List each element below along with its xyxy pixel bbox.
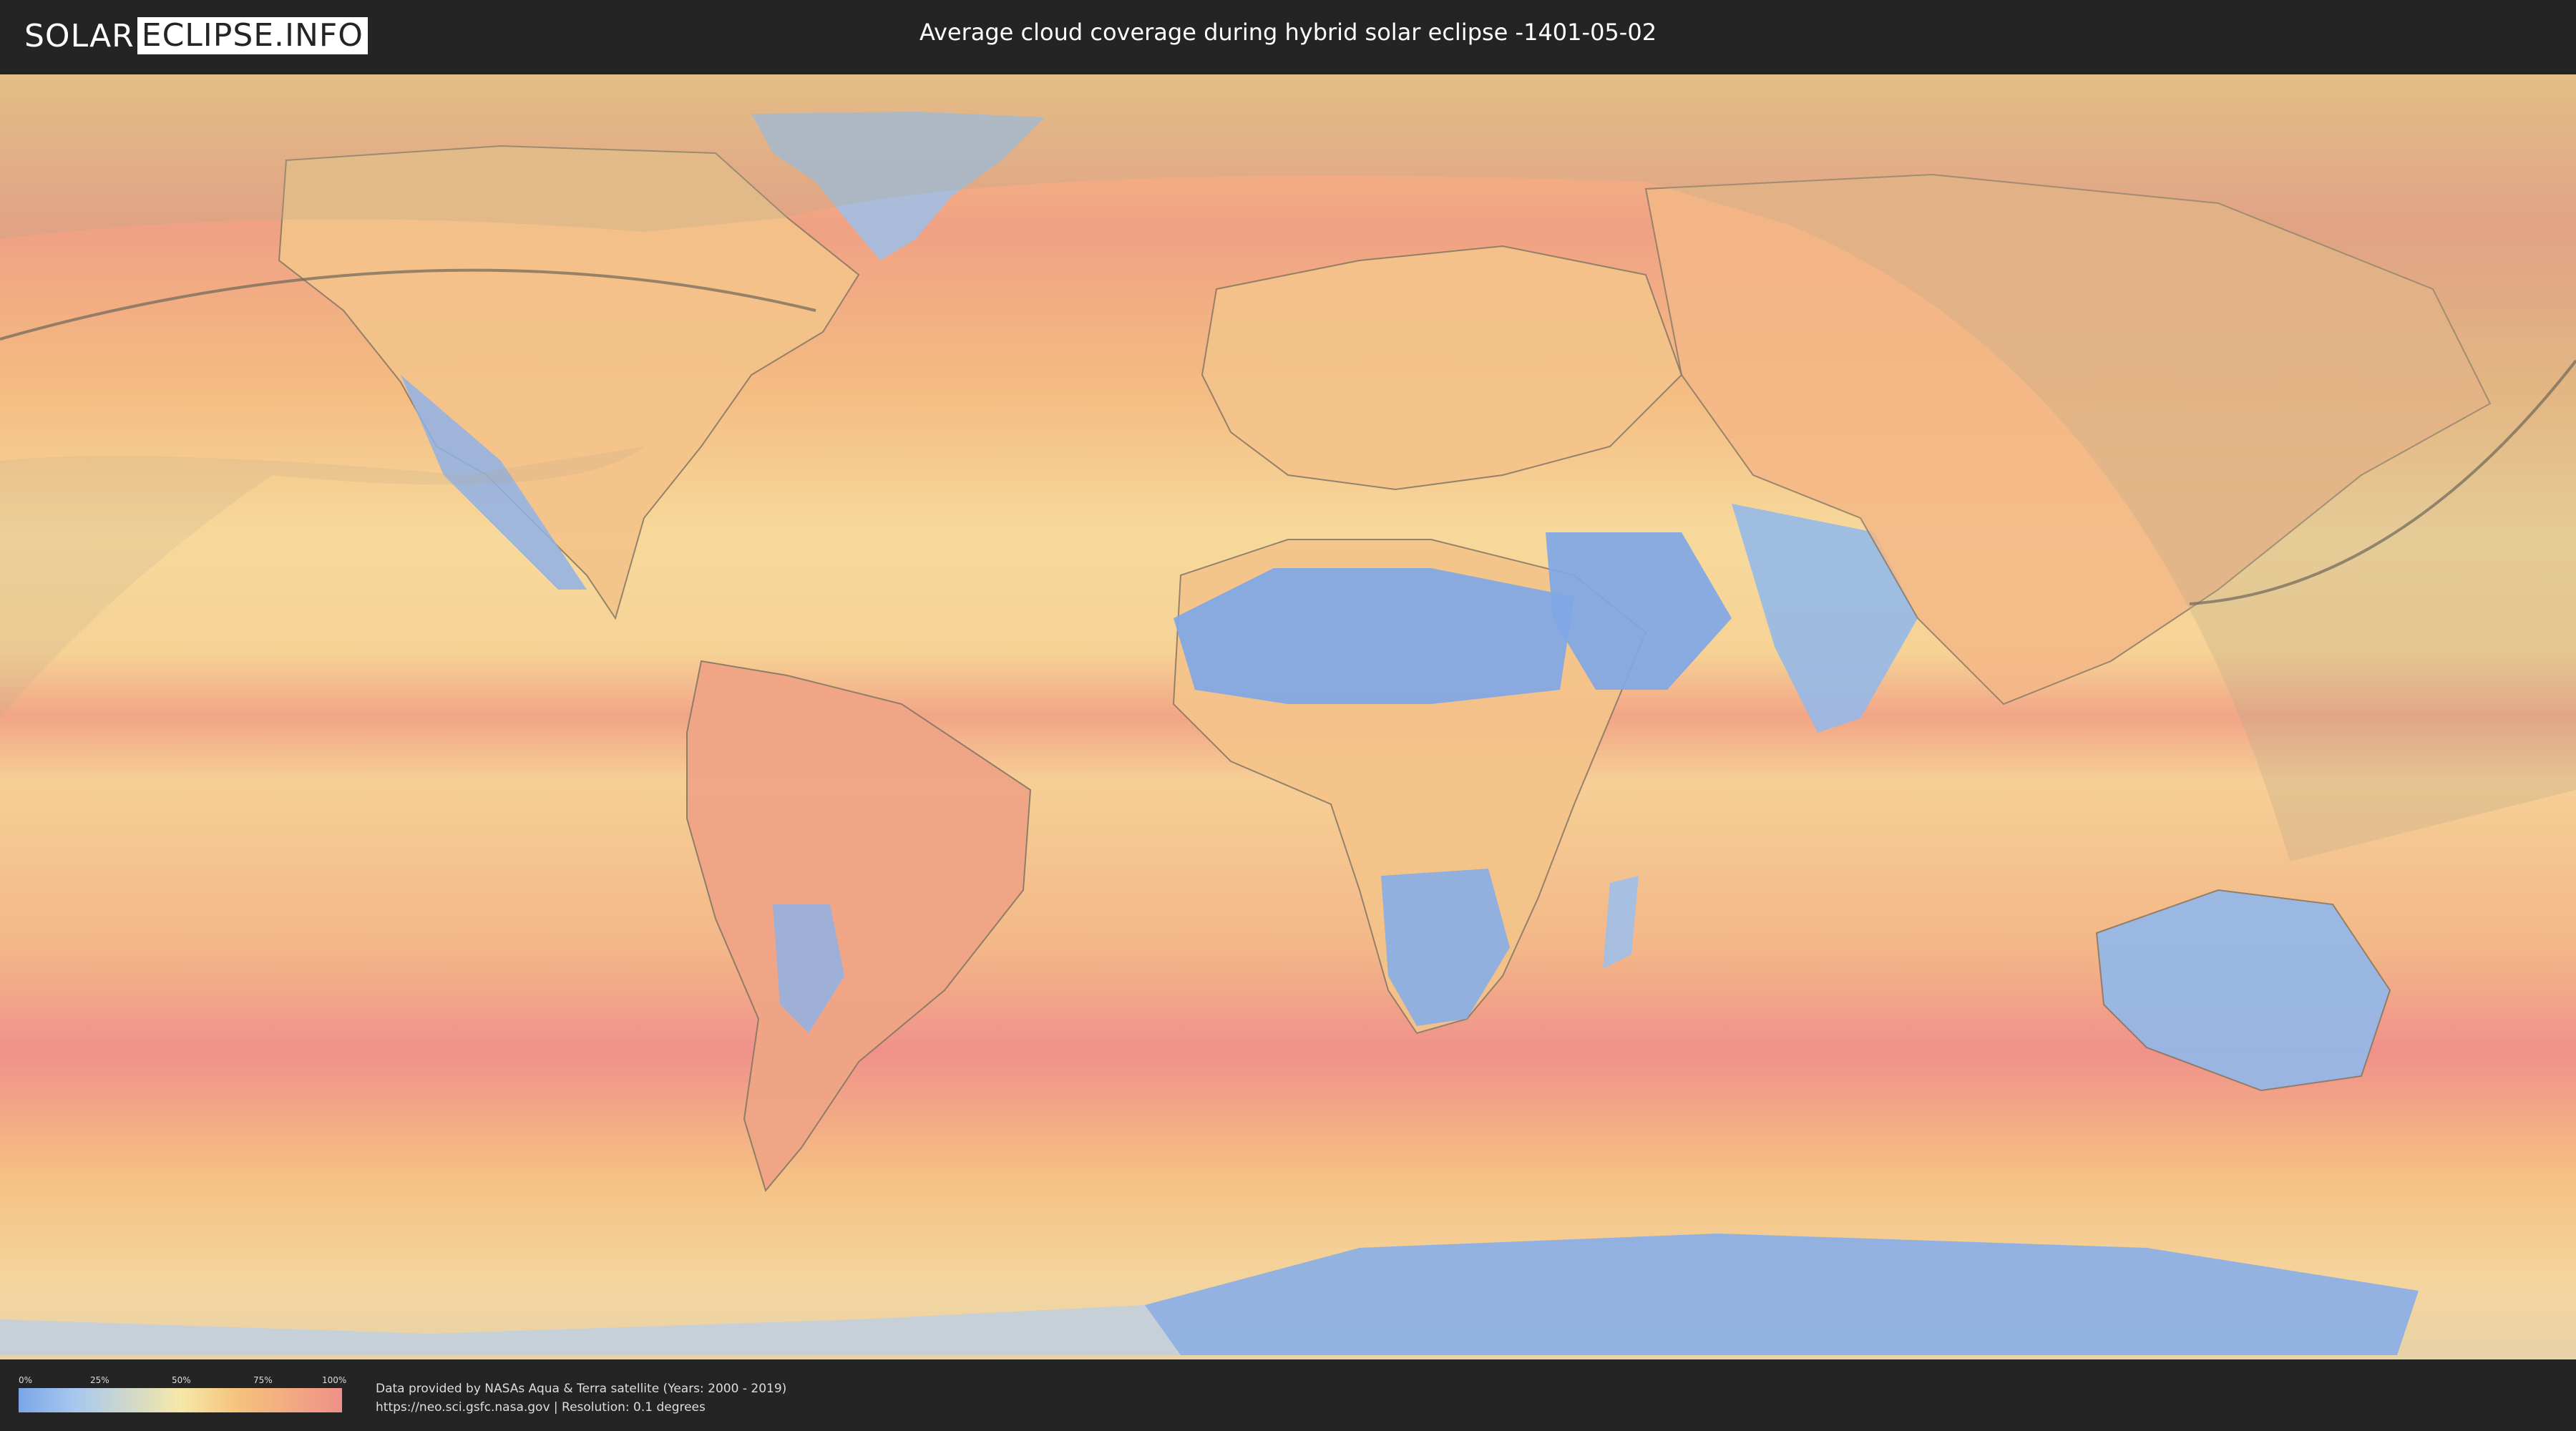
page-title: Average cloud coverage during hybrid sol…: [919, 19, 1657, 46]
credits-line-1: Data provided by NASAs Aqua & Terra sate…: [376, 1382, 787, 1396]
header-bar: SOLAR ECLIPSE.INFO Average cloud coverag…: [0, 0, 2576, 72]
legend-tick-25: 25%: [90, 1375, 109, 1385]
legend-tick-0: 0%: [19, 1375, 33, 1385]
sahara-clear-zone: [1174, 568, 1574, 704]
legend-color-bar: [19, 1388, 342, 1412]
cloud-coverage-map[interactable]: [0, 74, 2576, 1359]
legend-ticks: 0% 25% 50% 75% 100%: [19, 1375, 346, 1388]
data-credits: Data provided by NASAs Aqua & Terra sate…: [376, 1379, 786, 1417]
legend-tick-100: 100%: [322, 1375, 347, 1385]
legend-tick-75: 75%: [253, 1375, 273, 1385]
legend-tick-50: 50%: [172, 1375, 191, 1385]
cloud-coverage-legend: 0% 25% 50% 75% 100%: [19, 1375, 346, 1412]
footer-bar: 0% 25% 50% 75% 100% Data provided by NAS…: [0, 1359, 2576, 1431]
credits-line-2: https://neo.sci.gsfc.nasa.gov | Resoluti…: [376, 1400, 706, 1415]
map-graphic: [0, 74, 2576, 1359]
